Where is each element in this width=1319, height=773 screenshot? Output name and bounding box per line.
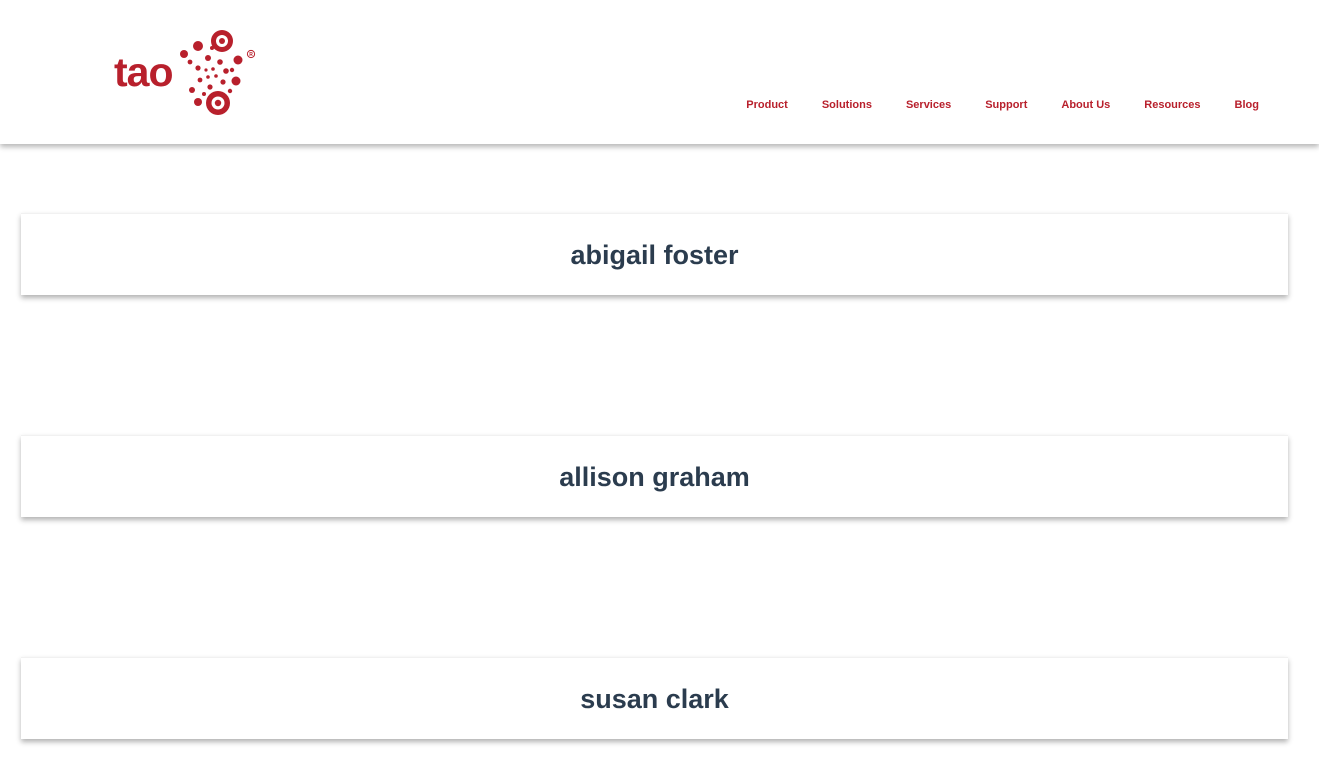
person-name: susan clark bbox=[580, 684, 729, 714]
nav-blog[interactable]: Blog bbox=[1235, 99, 1259, 111]
nav-resources[interactable]: Resources bbox=[1144, 99, 1200, 111]
tao-logo-link[interactable]: tao R bbox=[112, 24, 262, 120]
site-header: tao R Product Solutions Services Support… bbox=[0, 0, 1319, 144]
nav-services[interactable]: Services bbox=[906, 99, 951, 111]
person-card-allison-graham[interactable]: allison graham bbox=[21, 435, 1288, 517]
person-name: allison graham bbox=[559, 462, 750, 492]
svg-text:R: R bbox=[249, 52, 253, 58]
nav-support[interactable]: Support bbox=[985, 99, 1027, 111]
nav-product[interactable]: Product bbox=[746, 99, 788, 111]
person-name: abigail foster bbox=[570, 240, 739, 270]
nav-about-us[interactable]: About Us bbox=[1061, 99, 1110, 111]
main-nav: Product Solutions Services Support About… bbox=[712, 99, 1259, 111]
nav-solutions[interactable]: Solutions bbox=[822, 99, 872, 111]
people-list: abigail foster allison graham susan clar… bbox=[0, 144, 1319, 773]
person-card-susan-clark[interactable]: susan clark bbox=[21, 657, 1288, 739]
logo-wordmark: tao bbox=[114, 49, 173, 95]
person-card-abigail-foster[interactable]: abigail foster bbox=[21, 213, 1288, 295]
